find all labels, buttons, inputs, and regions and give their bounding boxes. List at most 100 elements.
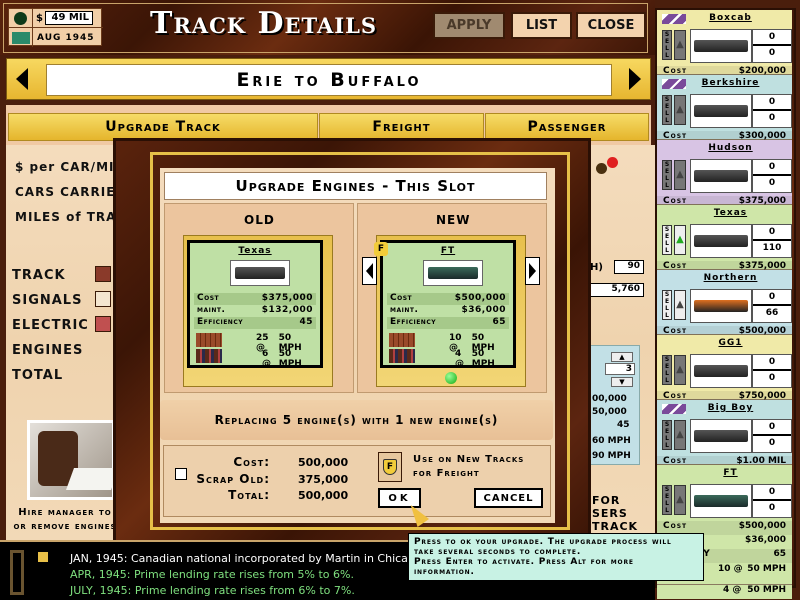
signal-light-icon <box>596 163 607 174</box>
engine-count-top: 0 <box>753 420 791 436</box>
buy-arrow-button[interactable]: ▲ <box>674 95 686 125</box>
map-icon[interactable] <box>9 28 33 47</box>
manager-hint-line1: Hire manager to <box>18 507 112 518</box>
locomotive-icon <box>690 289 752 323</box>
dollar-icon: $ <box>36 12 43 24</box>
engine-list-item[interactable]: Berkshire S E L L ▲ 0 0 Cost $300,000 <box>657 75 792 145</box>
engine-count: 00 <box>752 29 792 63</box>
buy-arrow-button[interactable]: ▲ <box>674 30 686 60</box>
old-engine-name: Texas <box>238 246 272 256</box>
electric-updown-button[interactable] <box>95 316 111 332</box>
engine-name: Boxcab <box>709 13 752 23</box>
engine-list-item[interactable]: Big Boy S E L L ▲ 0 0 Cost $1.00 MIL <box>657 400 792 470</box>
news-scrollbar[interactable] <box>10 550 24 595</box>
sell-button[interactable]: SELL <box>662 290 672 320</box>
engine-name: GG1 <box>718 338 743 348</box>
partial-value-1: 00,000 <box>592 394 627 404</box>
slot-up-button[interactable]: ▲ <box>611 352 633 362</box>
news-item: APR, 1945: Prime lending rate rises from… <box>70 568 354 581</box>
partial-value-5: 90 MPH <box>592 451 631 461</box>
manager-hint-line2: or remove engines <box>13 521 117 532</box>
buy-arrow-button[interactable]: ▲ <box>674 485 686 515</box>
manager-desk-image[interactable] <box>27 420 120 500</box>
texas-locomotive-icon <box>230 260 290 286</box>
engine-list-item[interactable]: Hudson S E L L ▲ 0 0 Cost $375,000 <box>657 140 792 210</box>
total-label: Total: <box>228 488 270 502</box>
engine-list-item[interactable]: GG1 S E L L ▲ 0 0 Cost $750,000 <box>657 335 792 405</box>
buy-arrow-button[interactable]: ▲ <box>674 290 686 320</box>
slot-down-button[interactable]: ▼ <box>611 377 633 387</box>
scrap-old-label: Scrap Old: <box>196 472 270 486</box>
freight-badge-icon: F <box>374 242 388 256</box>
engine-list-item[interactable]: Texas S E L L ▲ 0 110 Cost $375,000 <box>657 205 792 275</box>
engine-count-bottom: 0 <box>768 438 776 448</box>
next-route-button[interactable] <box>620 58 650 100</box>
sell-button[interactable]: SELL <box>662 420 672 450</box>
close-button[interactable]: CLOSE <box>576 12 646 39</box>
new-efficiency-label: Efficiency <box>390 317 437 327</box>
news-play-icon[interactable] <box>38 552 48 562</box>
signal-light-red-icon <box>607 157 618 168</box>
scrap-old-value: 375,000 <box>298 473 349 486</box>
engine-count-top: 0 <box>753 355 791 371</box>
sell-button[interactable]: SELL <box>662 30 672 60</box>
engine-list-item[interactable]: Boxcab S E L L ▲ 0 0 Cost $200,000 <box>657 10 792 80</box>
sell-button[interactable]: SELL <box>662 225 672 255</box>
signals-updown-button[interactable] <box>95 291 111 307</box>
tooltip-line: take several seconds to complete. <box>414 547 582 557</box>
use-for-freight-button[interactable]: F <box>378 452 402 482</box>
freight-option-line1: Use on New Tracks <box>413 454 525 465</box>
new-maint: $36,000 <box>461 305 506 315</box>
new-efficiency: 65 <box>492 317 506 327</box>
locomotive-icon <box>690 224 752 258</box>
engine-efficiency: 65 <box>773 549 786 559</box>
news-item: JULY, 1945: Prime lending rate rises fro… <box>70 584 355 597</box>
old-efficiency: 45 <box>299 317 313 327</box>
tab-freight[interactable]: Freight <box>319 113 484 141</box>
freight-cargo-icon <box>389 333 415 347</box>
engine-count: 00 <box>752 484 792 518</box>
selected-indicator-icon <box>445 372 457 384</box>
new-engine-card: FT Cost $500,000 maint. $36,000 Efficiency… <box>380 240 516 369</box>
freight-speed: 50 MPH <box>747 564 786 574</box>
new-freight-capacity: 10 @ <box>449 333 462 353</box>
engine-list-item[interactable]: Northern S E L L ▲ 0 66 Cost $500,000 <box>657 270 792 340</box>
buy-arrow-button[interactable]: ▲ <box>674 420 686 450</box>
book-icon <box>65 468 120 490</box>
slot-count: 3 <box>605 363 635 375</box>
buy-arrow-button[interactable]: ▲ <box>674 225 686 255</box>
buy-arrow-button[interactable]: ▲ <box>674 160 686 190</box>
triangle-left-icon <box>16 68 28 90</box>
partial-text-1: FOR <box>592 494 621 507</box>
freight-option-text: Use on New Tracks for Freight <box>413 453 524 481</box>
sell-button[interactable]: SELL <box>662 95 672 125</box>
tab-passenger[interactable]: Passenger <box>485 113 649 141</box>
cost-value: 500,000 <box>298 456 349 469</box>
tab-upgrade-track[interactable]: Upgrade Track <box>8 113 318 141</box>
previous-engine-button[interactable] <box>362 257 377 285</box>
engine-cost: $500,000 <box>738 521 786 531</box>
next-engine-button[interactable] <box>525 257 540 285</box>
list-button[interactable]: LIST <box>511 12 572 39</box>
cancel-button[interactable]: CANCEL <box>474 488 543 508</box>
old-pass-speed: 50 MPH <box>278 349 302 369</box>
sell-button[interactable]: SELL <box>662 485 672 515</box>
ok-tooltip: Press to ok your upgrade. The upgrade pr… <box>408 533 704 581</box>
engine-count: 00 <box>752 354 792 388</box>
replacing-summary: Replacing 5 engine(s) with 1 new engine(… <box>160 400 553 440</box>
status-box: $ 49 MIL AUG 1945 <box>8 8 103 47</box>
engine-count-top: 0 <box>753 290 791 306</box>
track-updown-button[interactable] <box>95 266 111 282</box>
label-cars-carried: CARS CARRIED <box>15 185 127 199</box>
buy-arrow-button[interactable]: ▲ <box>674 355 686 385</box>
apply-button[interactable]: APPLY <box>433 12 505 39</box>
freight-capacity: 10 @ <box>718 564 743 574</box>
previous-route-button[interactable] <box>8 58 36 100</box>
new-freight-speed: 50 MPH <box>471 333 495 353</box>
engine-count-bottom: 0 <box>768 178 776 188</box>
cash-value: 49 MIL <box>44 11 93 25</box>
engine-count-bottom: 0 <box>768 503 776 513</box>
sell-button[interactable]: SELL <box>662 355 672 385</box>
company-logo-icon[interactable] <box>9 8 33 28</box>
sell-button[interactable]: SELL <box>662 160 672 190</box>
